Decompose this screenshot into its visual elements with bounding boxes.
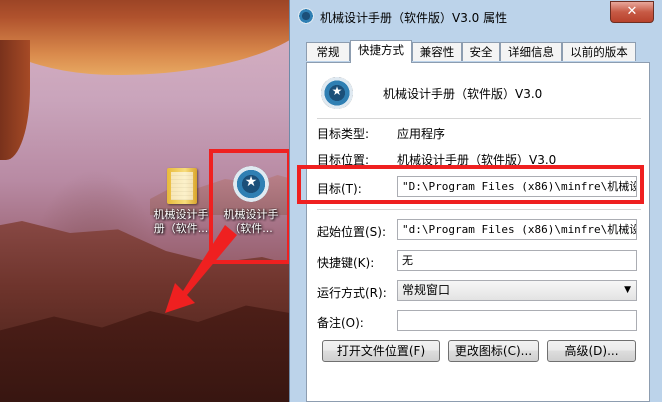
close-button[interactable]: ✕	[610, 1, 654, 23]
app-badge-icon: ★	[321, 77, 353, 109]
app-badge-icon	[298, 8, 314, 24]
wallpaper-rock-arch	[0, 0, 300, 75]
start-in-field[interactable]: "d:\Program Files (x86)\minfre\机械设计	[397, 219, 637, 240]
shortcut-name: 机械设计手册（软件版）V3.0	[383, 87, 543, 101]
divider	[317, 118, 641, 119]
open-file-location-button[interactable]: 打开文件位置(F)	[322, 340, 440, 362]
annotation-arrow-icon	[165, 225, 237, 313]
tab-shortcut[interactable]: 快捷方式	[350, 40, 412, 63]
target-type-label: 目标类型:	[317, 127, 370, 141]
target-location-value: 机械设计手册（软件版）V3.0	[397, 153, 557, 167]
target-label: 目标(T):	[317, 182, 362, 196]
dialog-title: 机械设计手册（软件版）V3.0 属性	[320, 11, 508, 25]
desktop-icon-label-line1: 机械设计手	[153, 208, 209, 221]
shortcut-panel: ★ 机械设计手册（软件版）V3.0 目标类型: 应用程序 目标位置: 机械设计手…	[306, 62, 650, 402]
tab-security[interactable]: 安全	[462, 42, 500, 61]
tab-previous-versions[interactable]: 以前的版本	[562, 42, 636, 61]
hotkey-field[interactable]: 无	[397, 250, 637, 271]
run-select[interactable]: 常规窗口 ▼	[397, 280, 637, 301]
divider	[317, 209, 641, 210]
tab-general[interactable]: 常规	[306, 42, 350, 61]
start-in-label: 起始位置(S):	[317, 225, 387, 239]
folder-icon	[159, 162, 203, 206]
comment-field[interactable]	[397, 310, 637, 331]
tab-compatibility[interactable]: 兼容性	[412, 42, 462, 61]
properties-dialog: 机械设计手册（软件版）V3.0 属性 ✕ 常规 快捷方式 兼容性 安全 详细信息…	[289, 0, 662, 402]
run-label: 运行方式(R):	[317, 286, 387, 300]
run-select-value: 常规窗口	[402, 283, 451, 297]
title-bar[interactable]: 机械设计手册（软件版）V3.0 属性 ✕	[290, 0, 662, 32]
change-icon-button[interactable]: 更改图标(C)...	[448, 340, 539, 362]
hotkey-label: 快捷键(K):	[317, 256, 375, 270]
target-field[interactable]: "D:\Program Files (x86)\minfre\机械设计	[397, 176, 637, 197]
desktop-background: 机械设计手 册（软件... ★ 机械设计手 （软件...	[0, 0, 300, 402]
advanced-button[interactable]: 高级(D)...	[547, 340, 636, 362]
tab-details[interactable]: 详细信息	[500, 42, 562, 61]
chevron-down-icon: ▼	[624, 285, 631, 295]
target-type-value: 应用程序	[397, 127, 446, 141]
target-location-label: 目标位置:	[317, 153, 370, 167]
comment-label: 备注(O):	[317, 316, 364, 330]
wallpaper-rock-left	[0, 40, 30, 160]
